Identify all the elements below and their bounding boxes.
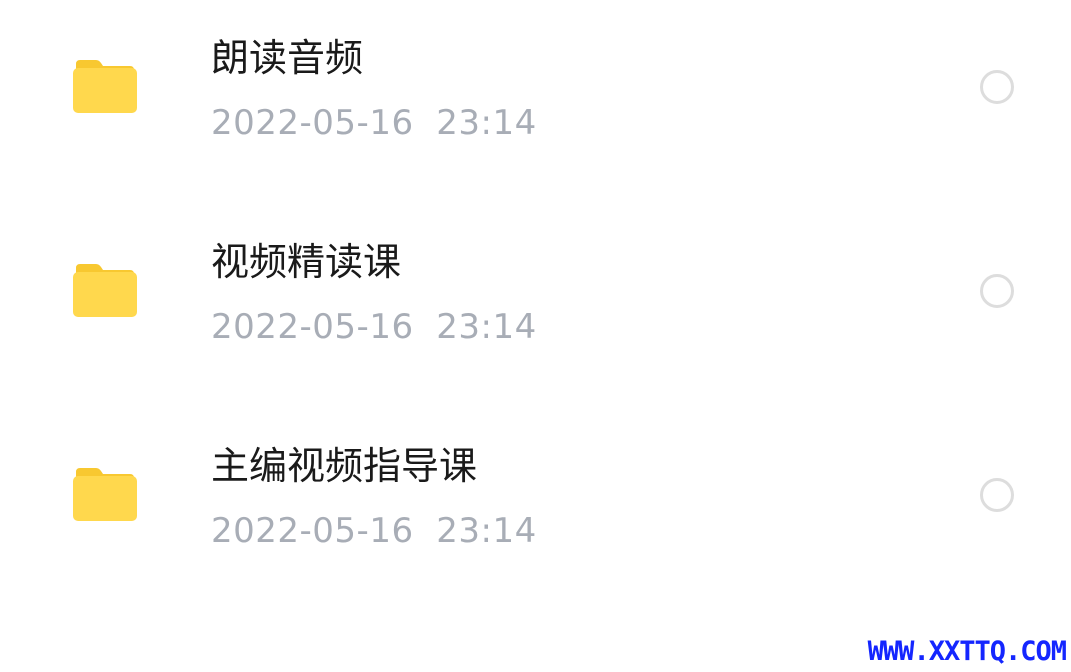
file-time: 23:14: [436, 511, 537, 551]
file-timestamp: 2022-05-16 23:14: [211, 509, 537, 553]
list-item[interactable]: 视频精读课 2022-05-16 23:14: [0, 204, 1071, 408]
file-name: 主编视频指导课: [211, 444, 478, 488]
list-item[interactable]: 主编视频指导课 2022-05-16 23:14: [0, 408, 1071, 612]
select-radio[interactable]: [980, 274, 1014, 308]
folder-icon: [72, 262, 138, 318]
file-time: 23:14: [436, 307, 537, 347]
file-date: 2022-05-16: [211, 307, 414, 347]
file-date: 2022-05-16: [211, 103, 414, 143]
file-timestamp: 2022-05-16 23:14: [211, 305, 537, 349]
file-timestamp: 2022-05-16 23:14: [211, 101, 537, 145]
select-radio[interactable]: [980, 70, 1014, 104]
list-item[interactable]: 朗读音频 2022-05-16 23:14: [0, 0, 1071, 204]
folder-icon: [72, 466, 138, 522]
watermark: WWW.XXTTQ.COM: [867, 636, 1067, 667]
folder-icon: [72, 58, 138, 114]
file-time: 23:14: [436, 103, 537, 143]
select-radio[interactable]: [980, 478, 1014, 512]
file-date: 2022-05-16: [211, 511, 414, 551]
file-name: 朗读音频: [211, 36, 364, 80]
file-name: 视频精读课: [211, 240, 402, 284]
